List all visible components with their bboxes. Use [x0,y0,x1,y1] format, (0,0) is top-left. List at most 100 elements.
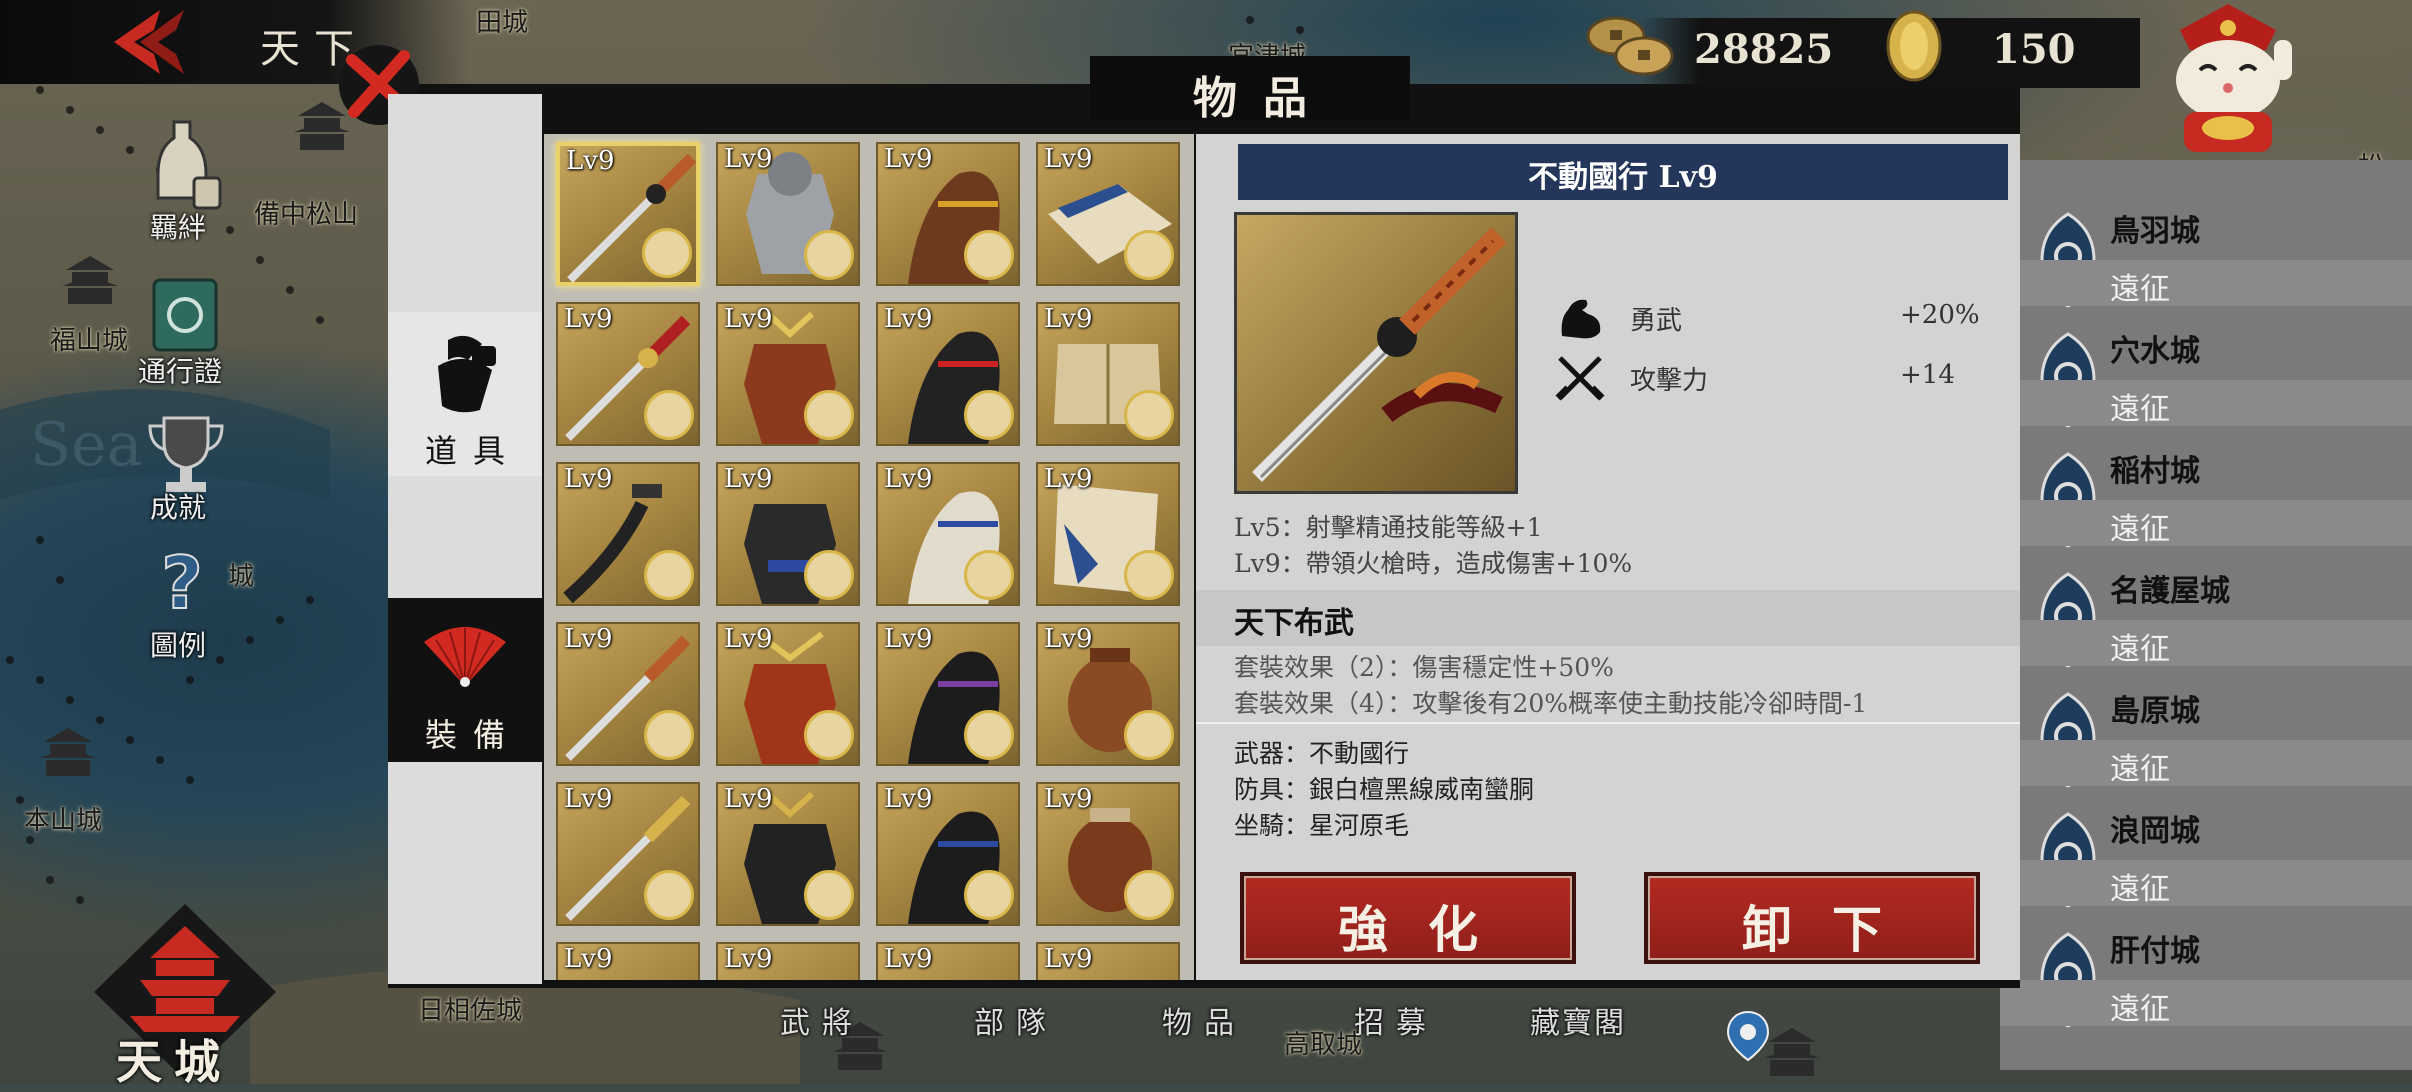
city-list[interactable]: 鳥羽城 遠征 穴水城 遠征 稲村城 遠征 名護屋城 遠征 島原城 遠征 浪岡城 … [2000,160,2412,1070]
nav-troops[interactable]: 部隊 [974,998,1058,1042]
item-cell[interactable]: Lv9 [1036,782,1180,926]
item-level: Lv9 [724,144,773,174]
city-status[interactable]: 遠征 [2000,500,2412,547]
tab-equipment[interactable]: 裝備 [388,598,542,762]
item-cell[interactable]: Lv9 [876,462,1020,606]
city-list-item[interactable]: 島原城 遠征 [2000,680,2412,800]
item-grid[interactable]: Lv9 Lv9 Lv9 Lv9 Lv9 Lv9 Lv9 Lv9 Lv9 Lv9 … [544,134,1194,980]
item-cell[interactable]: Lv9 [876,942,1020,980]
castle-icon[interactable] [36,722,100,778]
coins-value: 28825 [1694,26,1834,73]
expedition-label: 遠征 [2110,272,2170,307]
general-avatar [644,710,694,760]
city-list-item[interactable]: 肝付城 遠征 [2000,920,2412,1040]
bonds-label[interactable]: 羈絆 [150,206,206,246]
item-cell[interactable]: Lv9 [1036,942,1180,980]
stat-value: +14 [1900,360,1955,390]
item-cell[interactable]: Lv9 [1036,462,1180,606]
enhance-button[interactable]: 強化 [1240,872,1576,964]
city-status[interactable]: 遠征 [2000,860,2412,907]
item-cell[interactable]: Lv9 [556,782,700,926]
item-level: Lv9 [884,784,933,814]
city-status[interactable]: 遠征 [2000,620,2412,667]
nav-items[interactable]: 物品 [1162,998,1246,1042]
set-effect-line: 套裝效果（2）：傷害穩定性+50% [1234,653,1614,682]
general-avatar [1124,550,1174,600]
item-cell[interactable]: Lv9 [716,622,860,766]
item-level: Lv9 [1044,944,1093,974]
item-cell[interactable]: Lv9 [716,462,860,606]
general-avatar [804,550,854,600]
item-cell[interactable]: Lv9 [556,142,700,286]
item-cell[interactable]: Lv9 [556,622,700,766]
nav-generals[interactable]: 武將 [780,998,864,1042]
expedition-label: 遠征 [2110,752,2170,787]
city-name: 肝付城 [2110,934,2200,969]
nav-treasury[interactable]: 藏寶閣 [1530,998,1626,1042]
crossed-swords-icon [1555,356,1605,401]
pass-label[interactable]: 通行證 [138,350,222,390]
item-cell[interactable]: Lv9 [556,462,700,606]
castle-nav-label[interactable]: 天城 [116,1026,232,1092]
item-level: Lv9 [724,304,773,334]
item-level: Lv9 [564,464,613,494]
city-status[interactable]: 遠征 [2000,980,2412,1027]
item-cell[interactable]: Lv9 [876,782,1020,926]
item-cell[interactable]: Lv9 [1036,622,1180,766]
map-pin-icon[interactable] [1724,1010,1772,1062]
general-avatar [644,390,694,440]
achievements-label[interactable]: 成就 [150,486,206,526]
city-list-item[interactable]: 稲村城 遠征 [2000,440,2412,560]
item-level: Lv9 [724,784,773,814]
item-cell[interactable]: Lv9 [1036,142,1180,286]
equipment-line: 武器：不動國行 [1234,739,1410,768]
item-cell[interactable]: Lv9 [716,302,860,446]
trophy-icon[interactable] [146,412,226,496]
item-level: Lv9 [1044,464,1093,494]
map-castle-label[interactable]: 本山城 [24,800,102,837]
nav-recruit[interactable]: 招募 [1354,998,1438,1042]
sake-bottle-icon[interactable] [144,118,224,214]
item-level: Lv9 [1044,144,1093,174]
city-list-item[interactable]: 浪岡城 遠征 [2000,800,2412,920]
map-castle-label[interactable]: 高取城 [1284,1024,1362,1061]
map-castle-label[interactable]: 備中松山 [254,194,358,231]
city-list-item[interactable]: 鳥羽城 遠征 [2000,200,2412,320]
city-status[interactable]: 遠征 [2000,740,2412,787]
general-avatar [964,230,1014,280]
item-cell[interactable]: Lv9 [716,782,860,926]
general-avatar [1124,390,1174,440]
item-cell[interactable]: Lv9 [556,942,700,980]
item-cell[interactable]: Lv9 [876,142,1020,286]
map-castle-label[interactable]: 城 [228,556,254,593]
city-list-item[interactable]: 名護屋城 遠征 [2000,560,2412,680]
help-label[interactable]: 圖例 [150,624,206,664]
castle-icon[interactable] [58,250,122,306]
item-cell[interactable]: Lv9 [716,942,860,980]
item-level: Lv9 [884,464,933,494]
item-cell[interactable]: Lv9 [1036,302,1180,446]
general-avatar [964,870,1014,920]
item-cell[interactable]: Lv9 [716,142,860,286]
item-cell[interactable]: Lv9 [876,622,1020,766]
back-arrow-icon[interactable] [100,6,190,78]
item-name-banner: 不動國行 Lv9 [1238,144,2008,200]
stat-value: +20% [1900,300,1980,330]
item-cell[interactable]: Lv9 [556,302,700,446]
lucky-cat-icon[interactable] [2150,0,2306,166]
general-avatar [644,550,694,600]
pass-scroll-icon[interactable] [140,270,230,360]
city-status[interactable]: 遠征 [2000,380,2412,427]
map-castle-label[interactable]: 福山城 [50,320,128,357]
general-avatar [1124,870,1174,920]
question-mark-icon[interactable]: ? [150,544,214,620]
item-cell[interactable]: Lv9 [876,302,1020,446]
set-name: 天下布武 [1234,606,1354,641]
unequip-button[interactable]: 卸下 [1644,872,1980,964]
map-castle-label[interactable]: 田城 [476,2,528,39]
item-level: Lv9 [884,144,933,174]
city-list-item[interactable]: 穴水城 遠征 [2000,320,2412,440]
tab-tools[interactable]: 道具 [388,312,542,476]
map-castle-label[interactable]: 日相佐城 [418,990,522,1027]
city-status[interactable]: 遠征 [2000,260,2412,307]
